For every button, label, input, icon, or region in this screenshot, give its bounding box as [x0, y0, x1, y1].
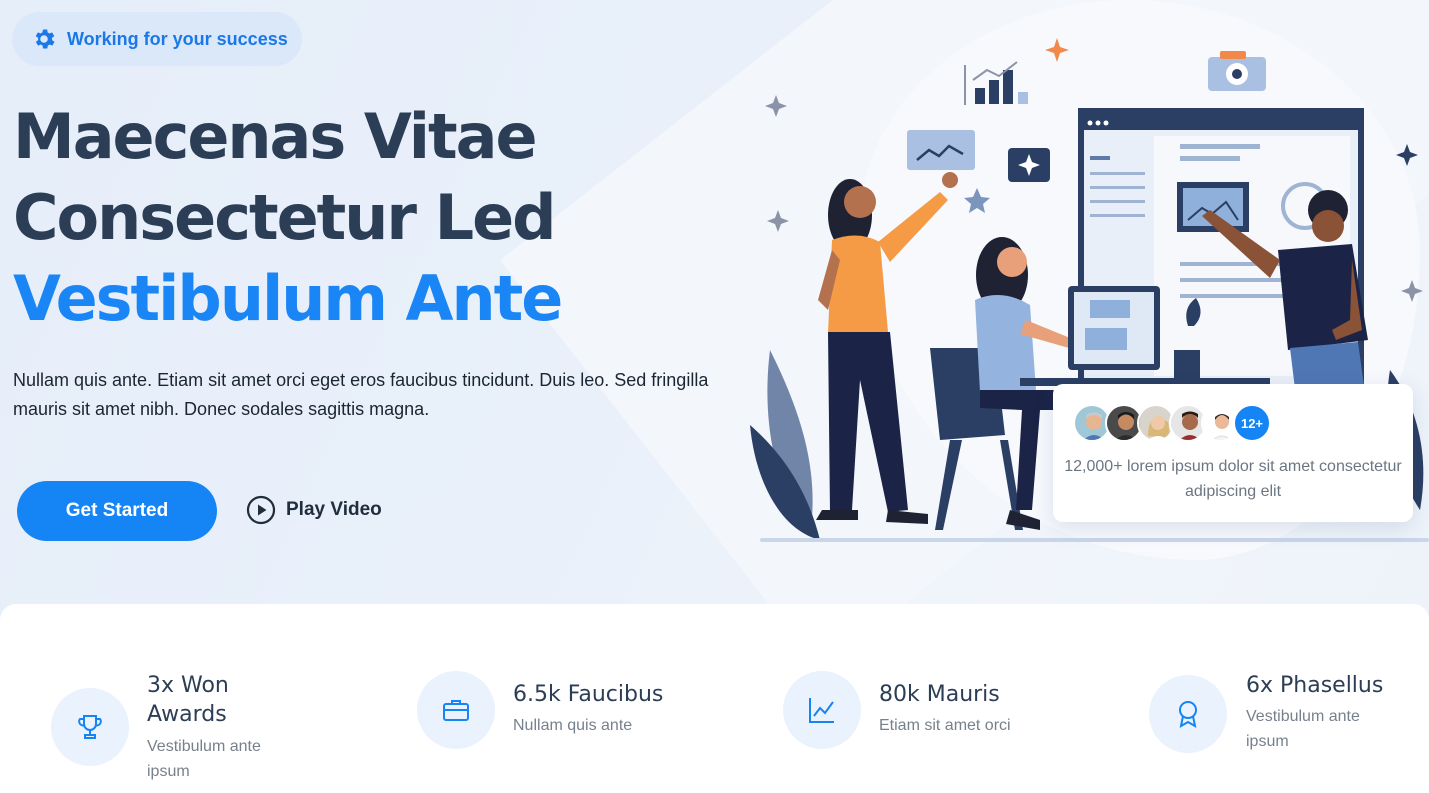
play-circle-icon [246, 495, 276, 525]
hero-description: Nullam quis ante. Etiam sit amet orci eg… [13, 370, 709, 419]
stat-subtitle: Vestibulum ante ipsum [1246, 708, 1360, 750]
stat-icon-circle [1149, 675, 1227, 753]
award-icon [1179, 701, 1197, 728]
stat-title: 6.5k Faucibus [513, 682, 664, 707]
get-started-button[interactable]: Get Started [17, 481, 217, 541]
chart-card-icon [907, 130, 975, 170]
sparkle-card-icon [1008, 148, 1050, 182]
stats-section: 3x Won Awards Vestibulum ante ipsum 6.5k… [0, 604, 1429, 793]
headline-line-1: Maecenas Vitae [13, 100, 538, 173]
stat-title: 80k Mauris [879, 682, 1000, 707]
headline-line-2: Consectetur Led [13, 181, 557, 254]
stat-icon-circle [51, 688, 129, 766]
sparkle-navy-icon [1396, 144, 1418, 166]
stat-subtitle: Vestibulum ante ipsum [147, 738, 261, 780]
trophy-icon [78, 715, 102, 739]
floor-line [760, 538, 1429, 542]
gear-icon [35, 29, 55, 49]
social-proof-card: 12+ 12,000+ lorem ipsum dolor sit amet c… [1053, 384, 1413, 522]
play-video-label: Play Video [286, 499, 382, 520]
star-icon [964, 188, 990, 213]
stat-title: 3x Won Awards [147, 673, 229, 727]
stat-icon-circle [417, 671, 495, 749]
stat-title: 6x Phasellus [1246, 673, 1384, 698]
headline-line-3-accent: Vestibulum Ante [13, 262, 563, 335]
avatar-group: 12+ [1073, 404, 1271, 442]
hero-headline: Maecenas Vitae Consectetur Led Vestibulu… [13, 96, 563, 339]
sparkle-orange-icon [1045, 38, 1069, 62]
tagline-badge: Working for your success [12, 12, 302, 66]
briefcase-icon [443, 700, 469, 721]
stat-icon-circle [783, 671, 861, 749]
camera-icon [1208, 51, 1266, 91]
hero-section: Working for your success Maecenas Vitae … [0, 0, 1429, 620]
play-video-button[interactable]: Play Video [246, 494, 382, 526]
tagline-text: Working for your success [67, 28, 288, 49]
avatar-count-badge: 12+ [1233, 404, 1271, 442]
social-proof-text: 12,000+ lorem ipsum dolor sit amet conse… [1064, 458, 1402, 500]
chart-line-icon [809, 698, 834, 723]
stat-subtitle: Nullam quis ante [513, 717, 633, 734]
bar-chart-icon [964, 61, 1028, 105]
stat-subtitle: Etiam sit amet orci [879, 717, 1011, 734]
